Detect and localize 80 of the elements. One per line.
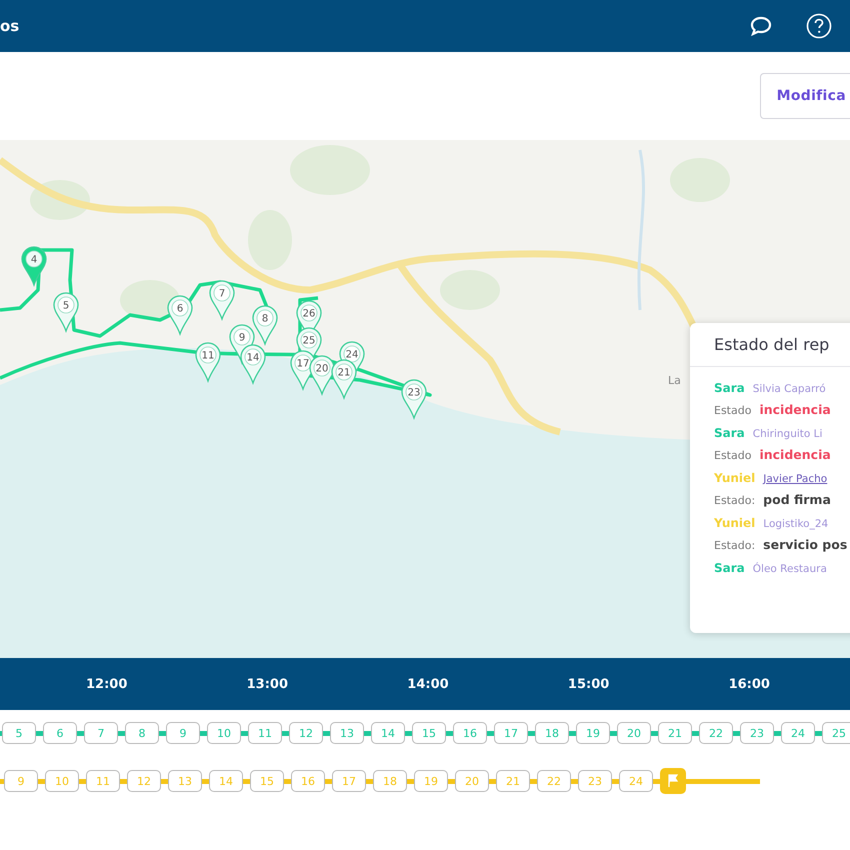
hour-label: 14:00 bbox=[407, 676, 449, 692]
stop-chip[interactable]: 17 bbox=[332, 770, 366, 792]
driver-name: Sara bbox=[714, 561, 745, 575]
stop-chip[interactable]: 24 bbox=[781, 722, 815, 744]
map-pin[interactable]: 6 bbox=[167, 295, 193, 335]
stop-chip[interactable]: 11 bbox=[248, 722, 282, 744]
stop-chip[interactable]: 11 bbox=[86, 770, 120, 792]
park-area bbox=[30, 180, 90, 220]
stop-chip[interactable]: 19 bbox=[576, 722, 610, 744]
stop-chip[interactable]: 5 bbox=[2, 722, 36, 744]
driver-name: Yuniel bbox=[714, 516, 756, 530]
stop-chip[interactable]: 13 bbox=[330, 722, 364, 744]
map-pin[interactable]: 11 bbox=[195, 342, 221, 382]
stop-chip[interactable]: 8 bbox=[125, 722, 159, 744]
park-area bbox=[440, 270, 500, 310]
status-value: servicio pos bbox=[763, 537, 848, 552]
hour-label: 13:00 bbox=[246, 676, 288, 692]
stop-chip[interactable]: 10 bbox=[45, 770, 79, 792]
stop-chip[interactable]: 14 bbox=[371, 722, 405, 744]
status-label: Estado bbox=[714, 449, 752, 462]
stop-chip[interactable]: 21 bbox=[496, 770, 530, 792]
stop-chip[interactable]: 22 bbox=[699, 722, 733, 744]
stop-chip[interactable]: 16 bbox=[453, 722, 487, 744]
map-pin[interactable]: 14 bbox=[240, 344, 266, 384]
stop-chip[interactable]: 10 bbox=[207, 722, 241, 744]
stop-chip[interactable]: 12 bbox=[127, 770, 161, 792]
stop-chip[interactable]: 6 bbox=[43, 722, 77, 744]
stop-chip[interactable]: 23 bbox=[578, 770, 612, 792]
status-value: incidencia bbox=[759, 402, 831, 417]
stop-chip[interactable]: 20 bbox=[617, 722, 651, 744]
park-area bbox=[248, 210, 292, 270]
map-pin[interactable]: 5 bbox=[53, 292, 79, 332]
status-label: Estado: bbox=[714, 494, 756, 507]
client-link[interactable]: Logistiko_24 bbox=[763, 518, 828, 530]
stop-chip[interactable]: 19 bbox=[414, 770, 448, 792]
chat-icon[interactable] bbox=[750, 16, 772, 36]
stop-chip[interactable]: 20 bbox=[455, 770, 489, 792]
hour-label: 12:00 bbox=[86, 676, 128, 692]
map-place-label: La bbox=[668, 374, 681, 387]
stop-chip[interactable]: 22 bbox=[537, 770, 571, 792]
flag-icon bbox=[666, 774, 680, 788]
client-link[interactable]: Óleo Restaura bbox=[752, 563, 827, 575]
stop-chip[interactable]: 12 bbox=[289, 722, 323, 744]
status-value: incidencia bbox=[759, 447, 831, 462]
client-link[interactable]: Javier Pacho bbox=[763, 473, 828, 485]
stop-chip[interactable]: 16 bbox=[291, 770, 325, 792]
stop-chip[interactable]: 9 bbox=[4, 770, 38, 792]
driver-name: Sara bbox=[714, 381, 745, 395]
map-pin[interactable]: 20 bbox=[309, 355, 335, 395]
map-pin[interactable]: 21 bbox=[331, 359, 357, 399]
hour-label: 16:00 bbox=[728, 676, 770, 692]
client-link[interactable]: Chiringuito Li bbox=[752, 428, 822, 440]
stop-chip[interactable]: 14 bbox=[209, 770, 243, 792]
driver-name: Yuniel bbox=[714, 471, 756, 485]
map-pin[interactable]: 7 bbox=[209, 280, 235, 320]
driver-name: Sara bbox=[714, 426, 745, 440]
client-link[interactable]: Silvia Caparró bbox=[752, 383, 826, 395]
stop-chip[interactable]: 7 bbox=[84, 722, 118, 744]
panel-title: Estado del rep bbox=[690, 323, 850, 367]
map-pin[interactable]: 23 bbox=[401, 379, 427, 419]
help-icon[interactable] bbox=[806, 13, 832, 39]
header-title: os bbox=[0, 17, 20, 35]
map-pin[interactable]: 8 bbox=[252, 305, 278, 345]
status-label: Estado bbox=[714, 404, 752, 417]
stop-chip[interactable]: 15 bbox=[250, 770, 284, 792]
stop-chip[interactable]: 21 bbox=[658, 722, 692, 744]
stop-chip[interactable]: 25 bbox=[822, 722, 850, 744]
stop-chip[interactable]: 9 bbox=[166, 722, 200, 744]
map-pin[interactable]: 4 bbox=[21, 246, 47, 286]
hour-label: 15:00 bbox=[568, 676, 610, 692]
modify-button[interactable]: Modifica bbox=[760, 73, 850, 119]
stop-chip[interactable]: 13 bbox=[168, 770, 202, 792]
stop-chip[interactable]: 23 bbox=[740, 722, 774, 744]
stop-chip[interactable]: 17 bbox=[494, 722, 528, 744]
status-label: Estado: bbox=[714, 539, 756, 552]
stop-chip[interactable]: 15 bbox=[412, 722, 446, 744]
stop-chip[interactable]: 18 bbox=[535, 722, 569, 744]
status-value: pod firma bbox=[763, 492, 831, 507]
stop-chip[interactable]: 18 bbox=[373, 770, 407, 792]
stop-chip[interactable]: 24 bbox=[619, 770, 653, 792]
